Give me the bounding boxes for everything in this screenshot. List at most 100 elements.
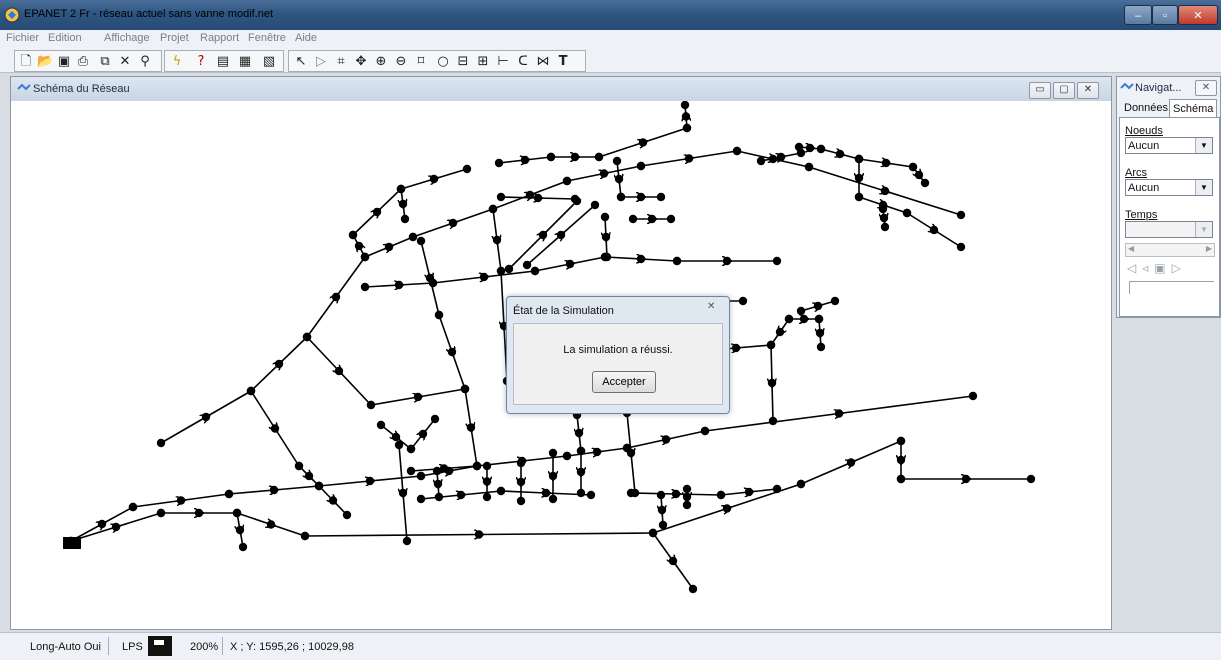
junction-node[interactable]	[902, 208, 912, 218]
junction-node[interactable]	[914, 170, 924, 180]
stop-icon[interactable]: ▣	[1154, 261, 1171, 275]
junction-node[interactable]	[496, 192, 506, 202]
junction-node[interactable]	[429, 174, 439, 184]
dialog-close-icon[interactable]: ✕	[707, 301, 723, 315]
junction-node[interactable]	[1026, 474, 1036, 484]
copy-icon[interactable]: ⧉	[97, 54, 113, 69]
junction-node[interactable]	[274, 359, 284, 369]
junction-node[interactable]	[668, 556, 678, 566]
time-select[interactable]: ▼	[1125, 221, 1213, 238]
run-icon[interactable]: ϟ	[169, 54, 185, 69]
junction-node[interactable]	[269, 485, 279, 495]
junction-node[interactable]	[626, 448, 636, 458]
accept-button[interactable]: Accepter	[592, 371, 656, 393]
junction-node[interactable]	[360, 252, 370, 262]
rewind-icon[interactable]: ◁	[1127, 261, 1142, 275]
select-vertex-icon[interactable]: ▷	[313, 54, 329, 69]
junction-node[interactable]	[799, 314, 809, 324]
junction-node[interactable]	[772, 484, 782, 494]
table-icon[interactable]: ▦	[237, 54, 253, 69]
junction-node[interactable]	[235, 525, 245, 535]
junction-node[interactable]	[586, 490, 596, 500]
scroll-left-icon[interactable]: ◀	[1128, 244, 1134, 253]
tab-donnees[interactable]: Données	[1121, 99, 1171, 117]
junction-node[interactable]	[956, 242, 966, 252]
junction-node[interactable]	[525, 190, 535, 200]
menu-aide[interactable]: Aide	[295, 32, 317, 44]
junction-node[interactable]	[830, 296, 840, 306]
junction-node[interactable]	[961, 474, 971, 484]
junction-node[interactable]	[854, 154, 864, 164]
junction-node[interactable]	[766, 340, 776, 350]
junction-node[interactable]	[878, 204, 888, 214]
junction-node[interactable]	[516, 477, 526, 487]
junction-node[interactable]	[688, 584, 698, 594]
junction-node[interactable]	[590, 200, 600, 210]
junction-node[interactable]	[396, 184, 406, 194]
junction-node[interactable]	[238, 542, 248, 552]
junction-node[interactable]	[432, 466, 442, 476]
junction-node[interactable]	[880, 186, 890, 196]
junction-node[interactable]	[416, 471, 426, 481]
junction-node[interactable]	[546, 152, 556, 162]
chevron-down-icon[interactable]: ▼	[1195, 222, 1212, 237]
play-icon[interactable]: ▷	[1172, 261, 1187, 275]
zoom-out-icon[interactable]: ⊖	[393, 54, 409, 69]
junction-node[interactable]	[538, 230, 548, 240]
junction-node[interactable]	[768, 416, 778, 426]
junction-node[interactable]	[492, 235, 502, 245]
map-minimize-button[interactable]: ▭	[1029, 82, 1051, 99]
junction-node[interactable]	[406, 444, 416, 454]
junction-node[interactable]	[684, 154, 694, 163]
pump-icon[interactable]: ᑕ	[515, 54, 531, 69]
junction-node[interactable]	[592, 447, 602, 457]
junction-node[interactable]	[816, 342, 826, 352]
junction-node[interactable]	[657, 505, 667, 515]
chevron-down-icon[interactable]: ▼	[1195, 138, 1212, 153]
junction-node[interactable]	[342, 510, 352, 520]
junction-node[interactable]	[541, 488, 551, 498]
menu-affichage[interactable]: Affichage	[104, 32, 150, 44]
junction-node[interactable]	[496, 486, 506, 496]
junction-node[interactable]	[804, 162, 814, 172]
junction-node[interactable]	[768, 154, 778, 164]
junction-node[interactable]	[300, 531, 310, 541]
scroll-right-icon[interactable]: ▶	[1206, 244, 1212, 253]
junction-node[interactable]	[576, 467, 586, 477]
junction-node[interactable]	[700, 426, 710, 436]
junction-node[interactable]	[111, 522, 121, 532]
junction-node[interactable]	[744, 487, 754, 497]
junction-node[interactable]	[482, 492, 492, 502]
junction-node[interactable]	[772, 256, 782, 266]
junction-node[interactable]	[354, 241, 364, 251]
maximize-button[interactable]: ▫	[1152, 5, 1178, 25]
junction-node[interactable]	[666, 214, 676, 224]
junction-node[interactable]	[556, 230, 566, 240]
junction-node[interactable]	[636, 161, 646, 171]
junction-node[interactable]	[767, 378, 777, 388]
junction-node[interactable]	[796, 148, 806, 158]
junction-node[interactable]	[516, 496, 526, 506]
junction-node[interactable]	[614, 174, 624, 184]
junction-node[interactable]	[661, 435, 671, 444]
junction-node[interactable]	[434, 492, 444, 502]
junction-node[interactable]	[331, 292, 341, 302]
junction-node[interactable]	[328, 496, 338, 505]
junction-node[interactable]	[376, 420, 386, 430]
print-icon[interactable]: ⎙	[75, 54, 91, 69]
map-maximize-button[interactable]: ▢	[1053, 82, 1075, 99]
junction-node[interactable]	[636, 192, 646, 202]
junction-node[interactable]	[815, 328, 825, 338]
junction-node[interactable]	[570, 152, 580, 162]
junction-node[interactable]	[636, 254, 646, 264]
junction-node[interactable]	[716, 490, 726, 500]
junction-node[interactable]	[738, 296, 748, 306]
junction-node[interactable]	[896, 436, 906, 446]
junction-node[interactable]	[246, 386, 256, 396]
menu-fenetre[interactable]: Fenêtre	[248, 32, 286, 44]
junction-node[interactable]	[658, 520, 668, 530]
junction-node[interactable]	[599, 169, 609, 178]
junction-node[interactable]	[394, 280, 404, 290]
junction-node[interactable]	[672, 256, 682, 266]
junction-node[interactable]	[682, 484, 692, 494]
